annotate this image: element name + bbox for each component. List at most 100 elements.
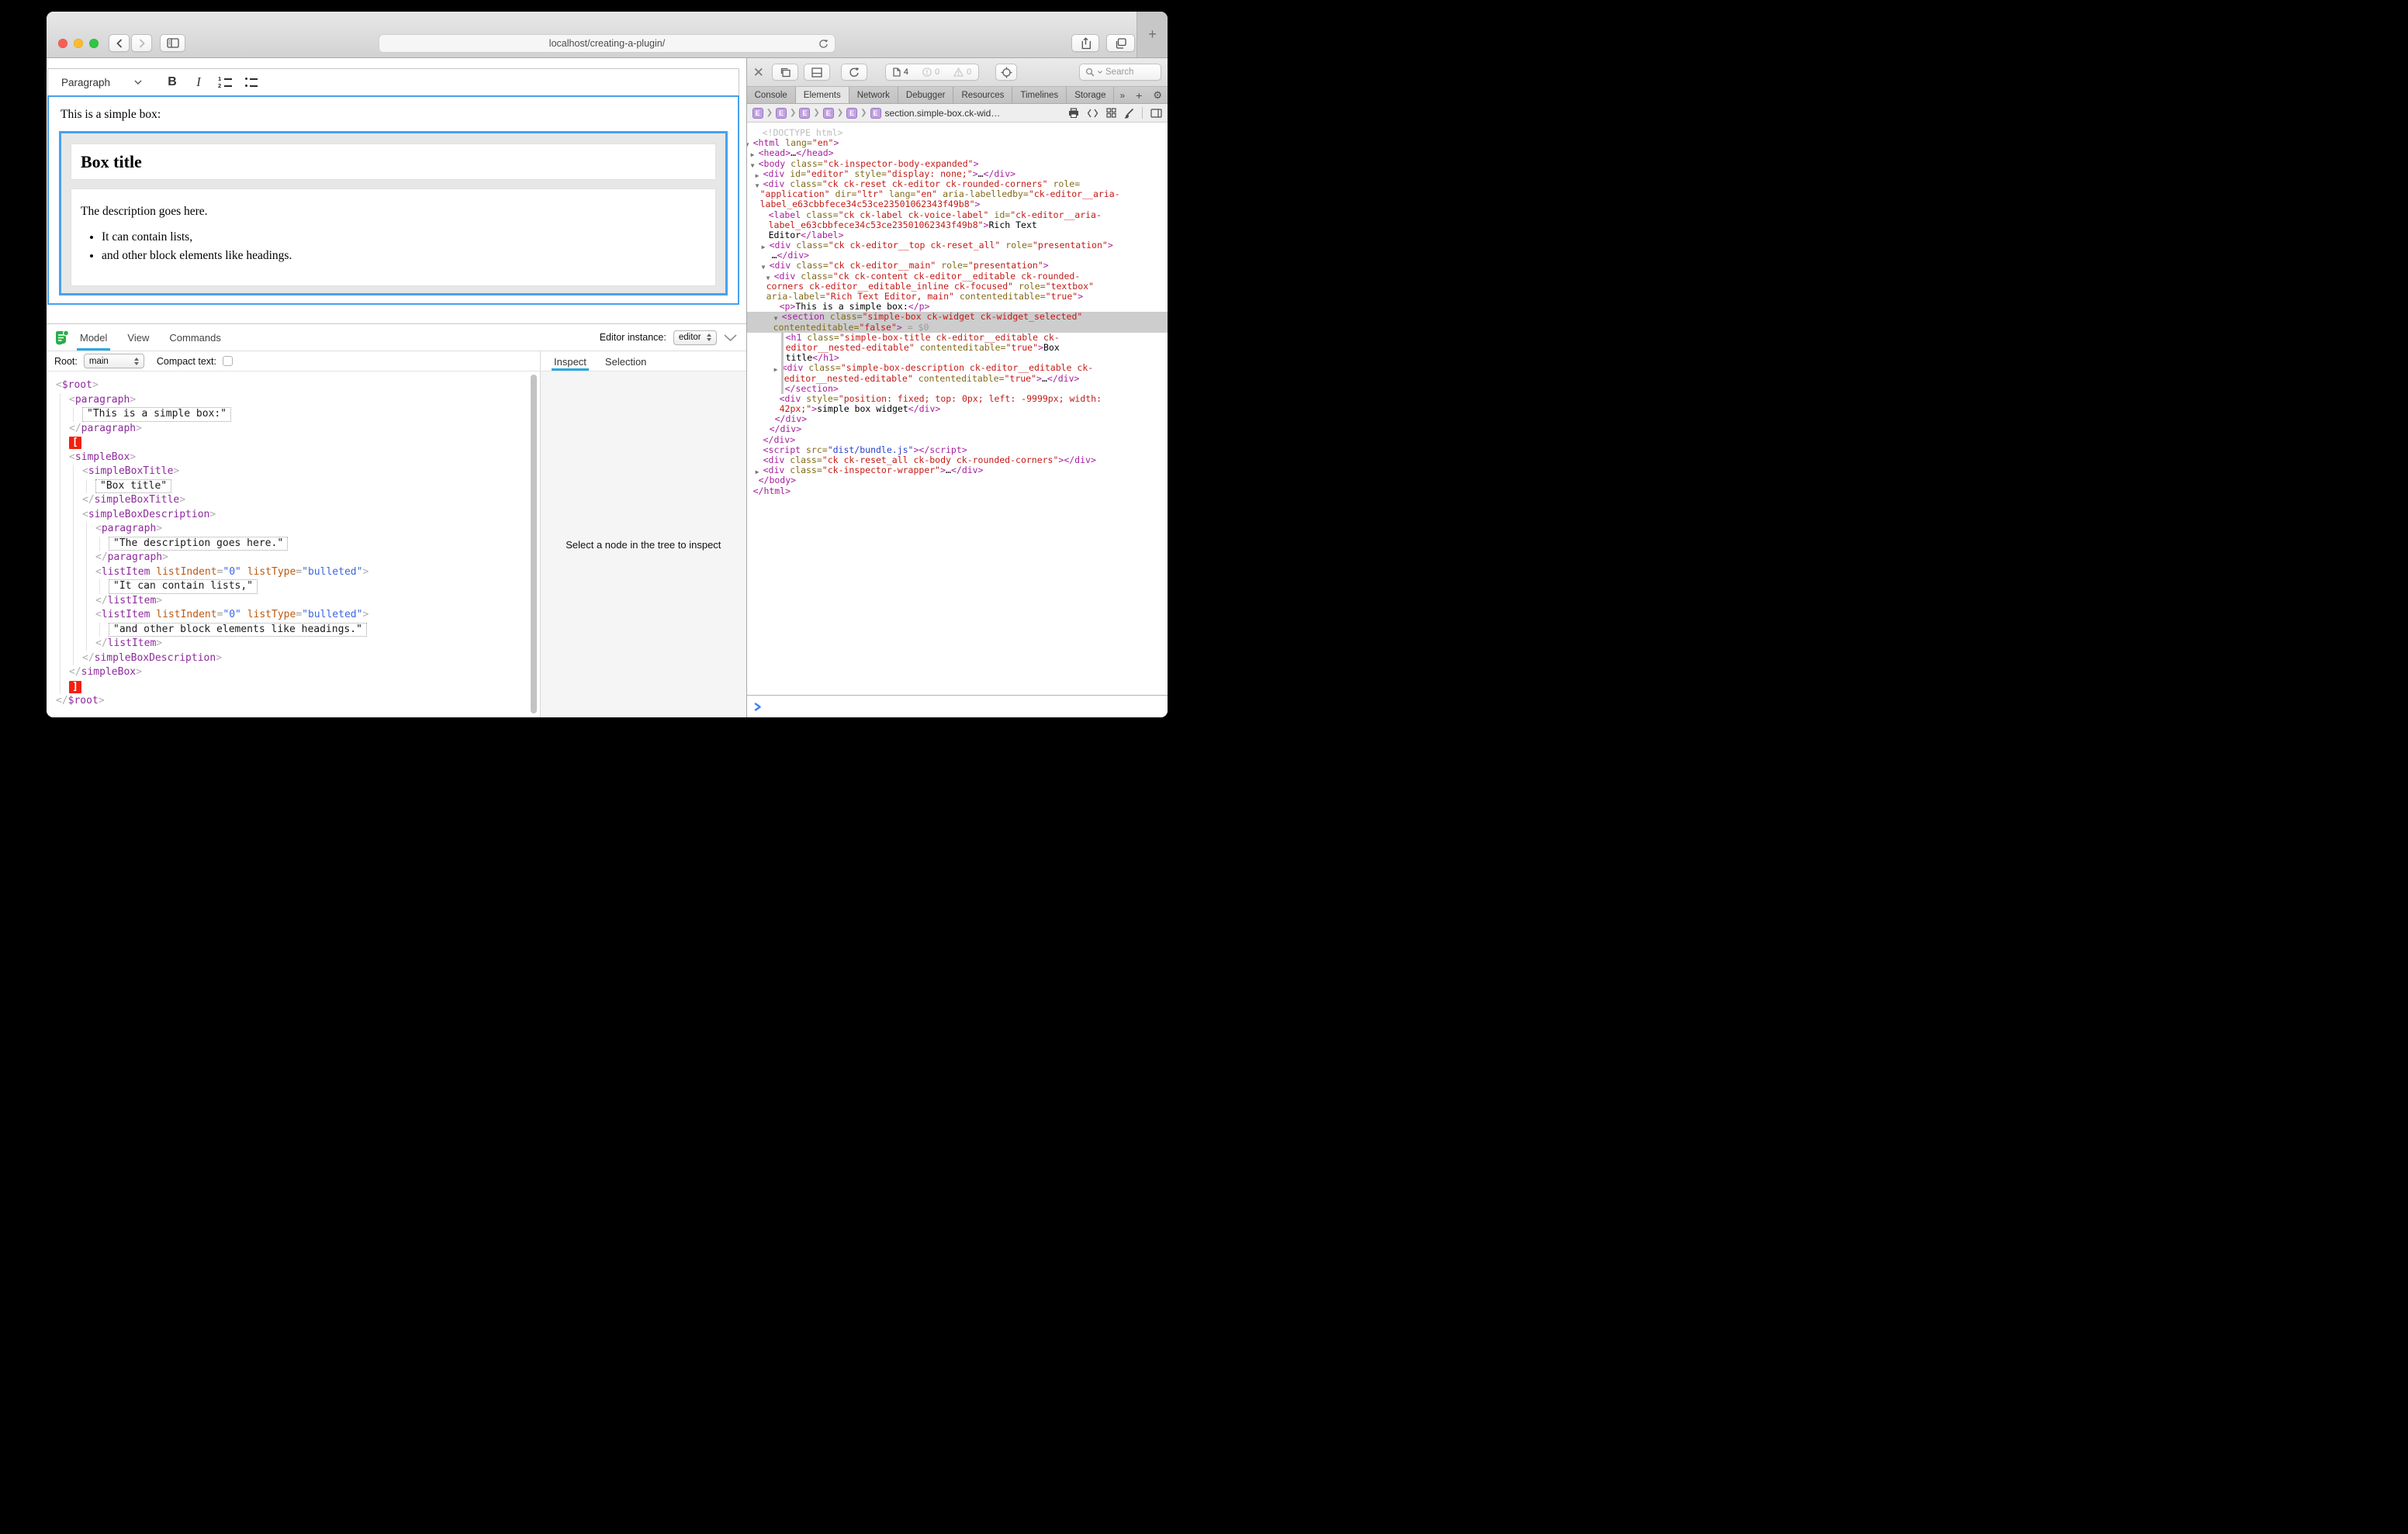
devtools-search-field[interactable]: Search bbox=[1079, 64, 1161, 81]
tree-node-line[interactable]: "Box title" bbox=[95, 479, 529, 494]
dom-node-line[interactable]: </html> bbox=[747, 486, 1168, 496]
dock-devtools-button[interactable] bbox=[804, 64, 830, 81]
reload-button[interactable] bbox=[818, 39, 829, 50]
devtools-tab-network[interactable]: Network bbox=[849, 87, 898, 103]
tree-node-line[interactable]: ] bbox=[69, 680, 529, 695]
tree-node-line[interactable]: <simpleBox> bbox=[69, 451, 529, 465]
element-picker-button[interactable] bbox=[995, 64, 1017, 81]
element-badge-icon[interactable]: E bbox=[846, 108, 857, 119]
side-tab-inspect[interactable]: Inspect bbox=[554, 356, 586, 371]
tree-scrollbar[interactable] bbox=[531, 375, 537, 713]
detach-devtools-button[interactable] bbox=[772, 64, 798, 81]
simple-box-title-field[interactable]: Box title bbox=[71, 143, 716, 180]
collapse-inspector-button[interactable] bbox=[724, 334, 737, 341]
tree-node-line[interactable]: <listItem listIndent="0" listType="bulle… bbox=[95, 608, 529, 623]
add-tab-icon[interactable]: + bbox=[1130, 89, 1147, 102]
styles-brush-icon[interactable] bbox=[1124, 108, 1134, 119]
tree-node-line[interactable]: <simpleBoxDescription> bbox=[82, 508, 529, 523]
paragraph-style-dropdown[interactable]: Paragraph bbox=[61, 77, 142, 88]
tree-node-line[interactable]: [ bbox=[69, 436, 529, 451]
tree-node-line[interactable]: "and other block elements like headings.… bbox=[109, 623, 529, 637]
tree-node-line[interactable]: </simpleBox> bbox=[69, 665, 529, 680]
tree-node-line[interactable]: </simpleBoxDescription> bbox=[82, 651, 529, 666]
tree-node-line[interactable]: </paragraph> bbox=[95, 551, 529, 565]
warning-count-badge[interactable]: 0 bbox=[946, 67, 978, 77]
model-tree[interactable]: <$root><paragraph>"This is a simple box:… bbox=[47, 371, 540, 709]
resource-count-badge[interactable]: 4 bbox=[886, 67, 915, 77]
close-devtools-button[interactable]: ✕ bbox=[753, 66, 764, 79]
rich-text-editable[interactable]: This is a simple box: Box title The desc… bbox=[47, 95, 739, 305]
tree-node-line[interactable]: <listItem listIndent="0" listType="bulle… bbox=[95, 565, 529, 580]
dom-node-line[interactable]: </div> bbox=[747, 424, 1168, 434]
gear-icon[interactable]: ⚙ bbox=[1147, 89, 1168, 102]
new-tab-button[interactable]: + bbox=[1137, 12, 1168, 57]
url-text: localhost/creating-a-plugin/ bbox=[549, 38, 665, 49]
share-button[interactable] bbox=[1071, 34, 1099, 52]
tree-node-line[interactable]: </listItem> bbox=[95, 594, 529, 609]
devtools-tab-elements[interactable]: Elements bbox=[796, 87, 849, 103]
editor-instance-select[interactable]: editor bbox=[673, 330, 717, 345]
inspector-tab-commands[interactable]: Commands bbox=[169, 324, 220, 351]
details-sidebar-toggle-icon[interactable] bbox=[1150, 109, 1162, 118]
element-badge-icon[interactable]: E bbox=[870, 108, 881, 119]
console-prompt[interactable] bbox=[747, 695, 1168, 717]
close-window-button[interactable] bbox=[58, 39, 67, 48]
minimize-window-button[interactable] bbox=[74, 39, 83, 48]
tree-node-line[interactable]: "The description goes here." bbox=[109, 537, 529, 551]
dom-node-line[interactable]: </body> bbox=[747, 475, 1168, 485]
simple-box-description-field[interactable]: The description goes here. It can contai… bbox=[71, 188, 716, 286]
breadcrumb-current[interactable]: section.simple-box.ck-wid… bbox=[885, 108, 1001, 119]
grid-layout-icon[interactable] bbox=[1106, 108, 1116, 118]
dom-node-line[interactable]: 42px;">simple box widget</div> bbox=[747, 404, 1168, 414]
empty-state-message: Select a node in the tree to inspect bbox=[566, 539, 721, 551]
tree-node-line[interactable]: "This is a simple box:" bbox=[82, 407, 529, 422]
zoom-window-button[interactable] bbox=[89, 39, 99, 48]
page-content: Paragraph B I 1 2 This is a simple box: bbox=[47, 58, 746, 717]
tree-node-line[interactable]: <paragraph> bbox=[69, 393, 529, 408]
inspector-tab-model[interactable]: Model bbox=[80, 324, 107, 351]
dom-tree[interactable]: <!DOCTYPE html>▼<html lang="en">▶<head>…… bbox=[747, 123, 1168, 695]
element-badge-icon[interactable]: E bbox=[823, 108, 834, 119]
print-icon[interactable] bbox=[1068, 108, 1079, 118]
devtools-tab-storage[interactable]: Storage bbox=[1067, 87, 1114, 103]
error-count-badge[interactable]: 0 bbox=[915, 67, 946, 77]
numbered-list-button[interactable]: 1 2 bbox=[212, 77, 238, 88]
inspector-tab-view[interactable]: View bbox=[127, 324, 149, 351]
dom-node-line[interactable]: </div> bbox=[747, 414, 1168, 424]
tree-node-line[interactable]: <$root> bbox=[56, 378, 529, 393]
back-button[interactable] bbox=[109, 34, 130, 52]
side-tab-selection[interactable]: Selection bbox=[605, 356, 646, 371]
compact-text-checkbox[interactable] bbox=[223, 356, 233, 366]
dom-node-line[interactable]: ▶<div class="ck-inspector-wrapper">…</di… bbox=[747, 465, 1168, 475]
element-badge-icon[interactable]: E bbox=[752, 108, 763, 119]
bold-button[interactable]: B bbox=[159, 75, 185, 89]
element-badge-icon[interactable]: E bbox=[799, 108, 810, 119]
italic-button[interactable]: I bbox=[185, 74, 212, 90]
tree-node-line[interactable]: <simpleBoxTitle> bbox=[82, 465, 529, 479]
tab-overview-button[interactable] bbox=[1106, 34, 1135, 52]
inspector-subheader: Root: main Compact text: InspectSelectio… bbox=[47, 351, 746, 371]
intro-paragraph[interactable]: This is a simple box: bbox=[61, 108, 728, 122]
bulleted-list-button[interactable] bbox=[238, 77, 265, 88]
tree-node-line[interactable]: </$root> bbox=[56, 694, 529, 709]
tree-node-line[interactable]: </simpleBoxTitle> bbox=[82, 493, 529, 508]
tree-node-line[interactable]: "It can contain lists," bbox=[109, 579, 529, 594]
address-bar[interactable]: localhost/creating-a-plugin/ bbox=[379, 34, 836, 53]
tree-node-line[interactable]: </listItem> bbox=[95, 637, 529, 651]
tab-overflow-icon[interactable]: » bbox=[1114, 90, 1130, 101]
chevron-separator-icon: ❯ bbox=[837, 109, 843, 117]
simple-box-widget[interactable]: Box title The description goes here. It … bbox=[59, 131, 728, 295]
root-select[interactable]: main bbox=[84, 354, 144, 368]
devtools-tab-timelines[interactable]: Timelines bbox=[1012, 87, 1067, 103]
element-badge-icon[interactable]: E bbox=[776, 108, 787, 119]
sidebar-toggle-button[interactable] bbox=[160, 34, 185, 52]
dom-node-line[interactable]: ▶<div class="ck ck-editor__top ck-reset_… bbox=[747, 240, 1168, 250]
source-code-icon[interactable] bbox=[1087, 109, 1098, 118]
tree-node-line[interactable]: <paragraph> bbox=[95, 522, 529, 537]
reload-page-button[interactable] bbox=[841, 64, 867, 81]
devtools-tab-console[interactable]: Console bbox=[747, 87, 796, 103]
tree-node-line[interactable]: </paragraph> bbox=[69, 422, 529, 437]
devtools-tab-debugger[interactable]: Debugger bbox=[898, 87, 954, 103]
forward-button[interactable] bbox=[131, 34, 152, 52]
devtools-tab-resources[interactable]: Resources bbox=[953, 87, 1012, 103]
